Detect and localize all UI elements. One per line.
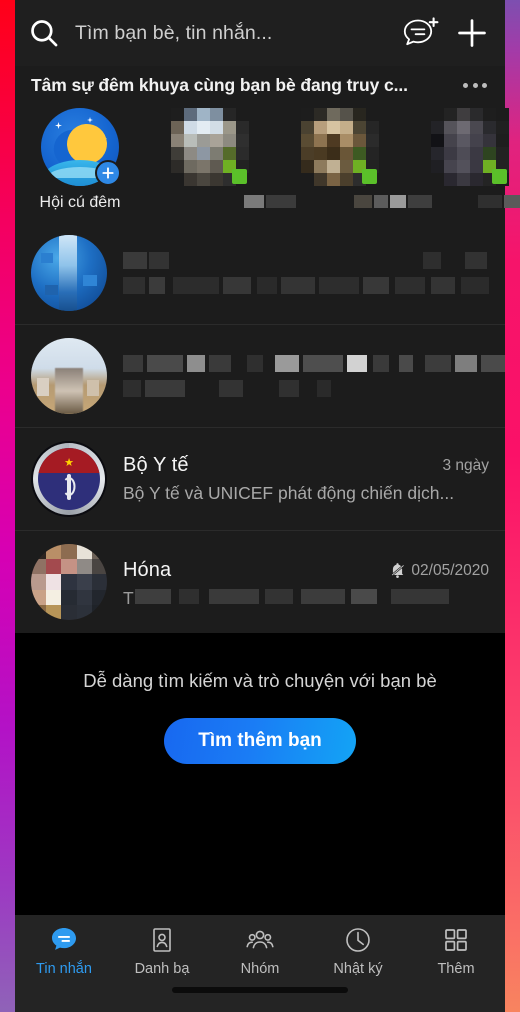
avatar	[31, 544, 107, 620]
story-section-title: Tâm sự đêm khuya cùng bạn bè đang truy c…	[31, 75, 408, 95]
chat-preview: T	[123, 588, 489, 606]
online-status-dot	[232, 169, 247, 184]
story-item-create[interactable]: Hội cú đêm	[15, 108, 145, 212]
chat-meta: 02/05/2020	[389, 559, 489, 580]
bell-muted-icon	[391, 563, 406, 578]
chat-preview: Bộ Y tế và UNICEF phát động chiến dịch..…	[123, 483, 455, 503]
plus-icon[interactable]	[455, 16, 489, 50]
chat-content	[123, 355, 505, 397]
online-status-dot	[492, 169, 507, 184]
home-indicator-zone	[15, 987, 505, 1012]
new-message-icon[interactable]	[401, 15, 441, 51]
contacts-icon	[153, 928, 171, 952]
empty-state: Dễ dàng tìm kiếm và trò chuyện với bạn b…	[15, 633, 505, 915]
chat-header-line: Bộ Y tế 3 ngày	[123, 454, 489, 477]
chat-meta: 3 ngày	[442, 454, 489, 475]
home-indicator	[172, 987, 348, 993]
censored-avatar	[431, 108, 509, 186]
clock-icon	[346, 928, 370, 952]
nav-label: Danh bạ	[134, 961, 190, 977]
search-input[interactable]: Tìm bạn bè, tin nhắn...	[75, 22, 401, 45]
table-row[interactable]	[15, 222, 505, 324]
avatar: ★	[31, 441, 107, 517]
nav-label: Nhóm	[240, 961, 280, 977]
table-row[interactable]	[15, 324, 505, 427]
app-header: Tìm bạn bè, tin nhắn...	[15, 0, 505, 66]
chat-timestamp: 02/05/2020	[411, 561, 489, 579]
search-icon[interactable]	[27, 16, 61, 50]
message-icon	[52, 928, 76, 950]
chat-header-line: Hóna 02/05/2020	[123, 559, 489, 582]
nav-label: Thêm	[437, 961, 475, 977]
table-row[interactable]: Hóna 02/05/2020 T	[15, 530, 505, 633]
plus-badge-icon[interactable]	[95, 160, 121, 186]
group-icon	[246, 930, 274, 949]
story-section: Tâm sự đêm khuya cùng bạn bè đang truy c…	[15, 66, 520, 222]
chat-preview-prefix: T	[123, 587, 134, 606]
story-item-label: Hội cú đêm	[39, 194, 121, 211]
censored-chat-preview	[123, 380, 489, 397]
avatar	[31, 235, 107, 311]
avatar	[31, 338, 107, 414]
more-options-icon[interactable]	[453, 75, 489, 96]
nav-item-timeline[interactable]: Nhật ký	[309, 925, 407, 977]
chat-name: Hóna	[123, 558, 172, 581]
censored-avatar	[171, 108, 249, 186]
grid-icon	[445, 929, 467, 951]
nav-item-groups[interactable]: Nhóm	[211, 925, 309, 977]
wallpaper-edge-left	[0, 0, 15, 1012]
censored-chat-name	[123, 355, 505, 372]
story-item-friend-1[interactable]	[145, 108, 296, 212]
chat-list: ★ Bộ Y tế 3 ngày Bộ Y tế và UNICEF phát …	[15, 222, 505, 633]
zalo-app: Tìm bạn bè, tin nhắn... Tâm sự đêm khuya…	[15, 0, 520, 1012]
chat-timestamp: 3 ngày	[442, 457, 489, 474]
online-status-dot	[362, 169, 377, 184]
story-avatar-wrap	[41, 108, 121, 186]
chat-content: Bộ Y tế 3 ngày Bộ Y tế và UNICEF phát độ…	[123, 454, 489, 504]
empty-state-text: Dễ dàng tìm kiếm và trò chuyện với bạn b…	[83, 670, 437, 691]
nav-item-messages[interactable]: Tin nhắn	[15, 925, 113, 977]
chat-content: Hóna 02/05/2020 T	[123, 559, 489, 606]
censored-chat-preview	[123, 277, 489, 294]
nav-item-contacts[interactable]: Danh bạ	[113, 925, 211, 977]
nav-label: Nhật ký	[333, 961, 383, 977]
table-row[interactable]: ★ Bộ Y tế 3 ngày Bộ Y tế và UNICEF phát …	[15, 427, 505, 530]
story-row: Hội cú đêm	[15, 102, 520, 222]
censored-chat-name	[123, 252, 489, 269]
chat-content	[123, 252, 489, 294]
phone-screen: Tìm bạn bè, tin nhắn... Tâm sự đêm khuya…	[0, 0, 520, 1012]
find-more-friends-button[interactable]: Tìm thêm bạn	[164, 718, 356, 764]
chat-name: Bộ Y tế	[123, 454, 189, 476]
bottom-navigation: Tin nhắn Danh bạ Nhóm Nhật ký Thêm	[15, 915, 505, 987]
pixelation-mosaic	[31, 544, 107, 620]
censored-avatar	[301, 108, 379, 186]
nav-item-more[interactable]: Thêm	[407, 925, 505, 977]
story-header: Tâm sự đêm khuya cùng bạn bè đang truy c…	[15, 66, 505, 102]
nav-label: Tin nhắn	[36, 961, 92, 977]
